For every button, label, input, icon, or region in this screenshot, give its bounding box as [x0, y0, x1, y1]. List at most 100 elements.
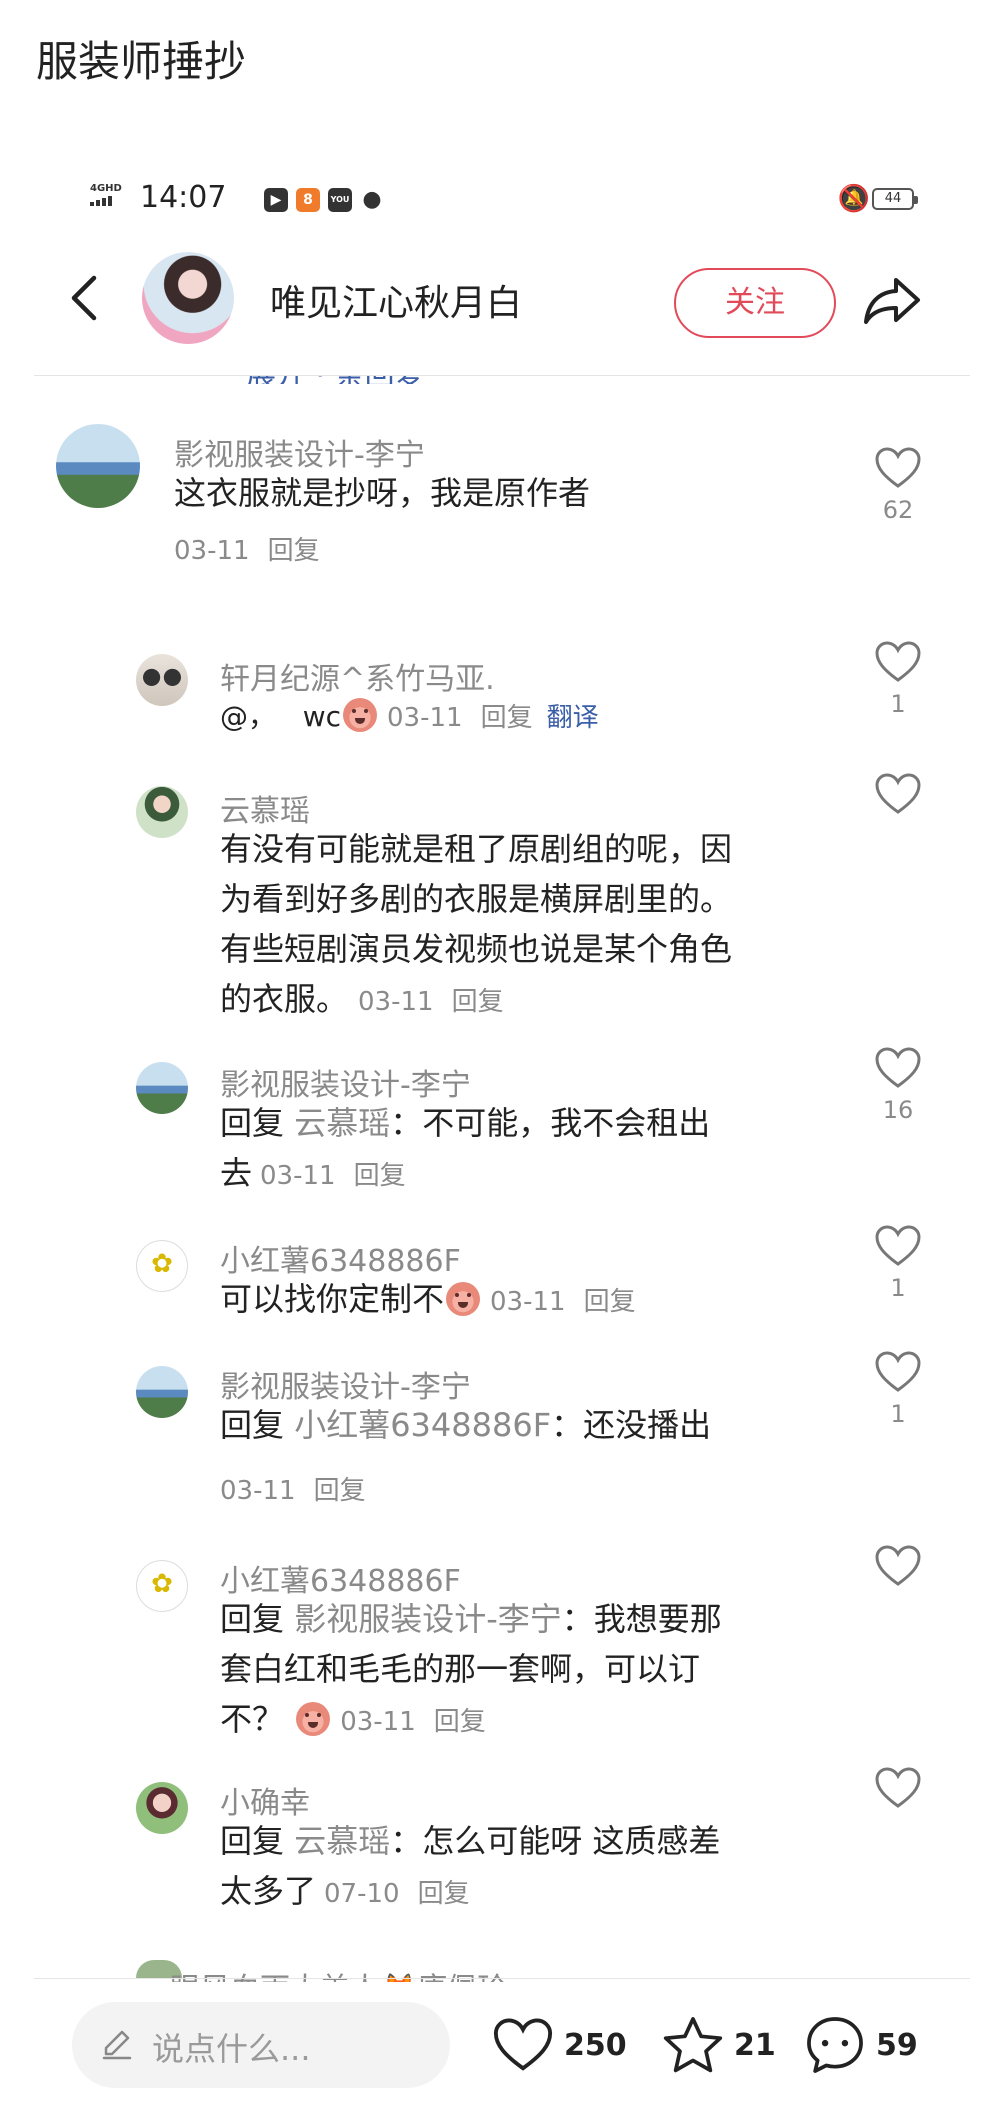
mention[interactable]: 云慕瑶: [294, 1104, 390, 1142]
like-count: 1: [890, 1274, 906, 1302]
avatar[interactable]: ✿: [136, 1560, 188, 1612]
comment-line: 去: [220, 1154, 253, 1192]
collect-button[interactable]: 21: [662, 2012, 776, 2078]
scared-emoji-icon: [343, 698, 378, 732]
comment-line: 的衣服。: [220, 980, 349, 1018]
comment-text: 可以找你定制不 03-11 回复: [220, 1274, 636, 1327]
avatar[interactable]: [136, 786, 188, 838]
reply-link[interactable]: 回复: [354, 1161, 406, 1191]
play-icon: ▶: [264, 188, 288, 212]
comment-date: 07-10: [324, 1879, 400, 1909]
like-button[interactable]: [868, 1766, 928, 1810]
heart-icon: [875, 1225, 921, 1266]
reply-link[interactable]: 回复: [481, 703, 533, 733]
comment-input[interactable]: 说点什么...: [72, 2002, 450, 2088]
like-button[interactable]: [868, 1544, 928, 1588]
comment-suffix: wc: [302, 700, 342, 733]
comment-date: 03-11: [174, 536, 250, 566]
comment-line: ：不可能，我不会租出: [390, 1104, 711, 1142]
shy-emoji-icon: [296, 1702, 331, 1736]
avatar[interactable]: [136, 1062, 188, 1114]
comment-text: @， wc 03-11 回复 翻译: [220, 692, 599, 743]
heart-icon: [875, 447, 921, 488]
heart-icon: [493, 2018, 553, 2071]
shy-emoji-icon: [446, 1282, 481, 1316]
heart-icon: [875, 1545, 921, 1586]
like-button[interactable]: [868, 772, 928, 816]
bottom-divider: [34, 1978, 970, 1979]
follow-button[interactable]: 关注: [674, 268, 836, 338]
pencil-icon: [102, 2030, 132, 2060]
comment-line: ：我想要那: [561, 1600, 722, 1638]
bottom-bar: 说点什么... 250 21 59: [34, 1984, 970, 2110]
share-button[interactable]: [862, 274, 922, 328]
like-count: 1: [890, 690, 906, 718]
avatar[interactable]: [136, 1782, 188, 1834]
comment-line: ：还没播出: [551, 1406, 712, 1444]
avatar[interactable]: [136, 1366, 188, 1418]
chevron-left-icon: [71, 275, 97, 321]
author-name[interactable]: 唯见江心秋月白: [270, 274, 522, 326]
avatar[interactable]: [136, 654, 188, 706]
reply-link[interactable]: 回复: [314, 1476, 366, 1506]
post-header: 唯见江心秋月白 关注: [34, 248, 970, 348]
signal-icon: 4GHD: [90, 184, 122, 206]
app-orange-icon: 8: [296, 188, 320, 212]
author-avatar[interactable]: [142, 252, 234, 344]
comment-date: 03-11: [490, 1287, 566, 1317]
like-count: 62: [882, 496, 914, 524]
reply-word: 回复: [220, 1600, 285, 1638]
comment-bubble-icon: [807, 2017, 863, 2073]
reply-link[interactable]: 回复: [268, 536, 320, 566]
comment-button[interactable]: 59: [804, 2012, 918, 2078]
youku-icon: YOU: [328, 188, 352, 212]
comment-line: 不？: [220, 1700, 285, 1738]
reply-link[interactable]: 回复: [452, 987, 504, 1017]
like-button[interactable]: 62: [868, 446, 928, 524]
comment-meta: 03-11 回复: [174, 530, 320, 567]
back-button[interactable]: [64, 272, 104, 324]
heart-icon: [875, 1047, 921, 1088]
mute-bell-icon: 🔕: [837, 184, 870, 214]
comment-text: 回复 影视服装设计-李宁：我想要那 套白红和毛毛的那一套啊，可以订 不？ 03-…: [220, 1594, 722, 1747]
expand-replies-clipped: 展开 · 条回复: [246, 358, 425, 384]
avatar[interactable]: ✿: [136, 1240, 188, 1292]
comment-line: 套白红和毛毛的那一套啊，可以订: [220, 1650, 701, 1688]
like-post-button[interactable]: 250: [492, 2012, 627, 2078]
phone-screenshot: 4GHD 14:07 ▶ 8 YOU ● 🔕 44 唯见江心秋月白 关注 展开 …: [34, 140, 970, 2110]
comment-date: 03-11: [340, 1707, 416, 1737]
reply-link[interactable]: 回复: [584, 1287, 636, 1317]
network-type: 4GHD: [90, 183, 122, 194]
comment-date: 03-11: [260, 1161, 336, 1191]
like-button[interactable]: 1: [868, 640, 928, 718]
avatar[interactable]: [56, 424, 140, 508]
like-count: 16: [882, 1096, 914, 1124]
reply-word: 回复: [220, 1822, 285, 1860]
translate-link[interactable]: 翻译: [547, 703, 599, 733]
reply-link[interactable]: 回复: [418, 1879, 470, 1909]
comment-line: 可以找你定制不: [220, 1280, 445, 1318]
comment-text: 有没有可能就是租了原剧组的呢，因 为看到好多剧的衣服是横屏剧里的。 有些短剧演员…: [220, 824, 732, 1027]
battery-level: 44: [884, 191, 902, 206]
mention[interactable]: 影视服装设计-李宁: [294, 1600, 562, 1638]
comment-line: ：怎么可能呀 这质感差: [390, 1822, 721, 1860]
like-button[interactable]: 1: [868, 1224, 928, 1302]
like-count: 1: [890, 1400, 906, 1428]
comment-line: 太多了: [220, 1872, 317, 1910]
reply-link[interactable]: 回复: [434, 1707, 486, 1737]
comment-text: 回复 云慕瑶：不可能，我不会租出 去 03-11 回复: [220, 1098, 710, 1201]
header-divider: [34, 375, 970, 376]
comment-meta: 03-11 回复: [220, 1470, 366, 1507]
comment-author[interactable]: 眼风血雨大美人🦊康佩玲: [170, 1972, 507, 1982]
heart-icon: [875, 1351, 921, 1392]
comment-text: 回复 云慕瑶：怎么可能呀 这质感差 太多了 07-10 回复: [220, 1816, 720, 1919]
like-button[interactable]: 1: [868, 1350, 928, 1428]
star-count: 21: [734, 2027, 776, 2063]
comment-date: 03-11: [220, 1476, 296, 1506]
like-button[interactable]: 16: [868, 1046, 928, 1124]
mention[interactable]: 小红薯6348886F: [294, 1406, 551, 1444]
status-time: 14:07: [140, 180, 227, 215]
reply-word: 回复: [220, 1104, 285, 1142]
heart-icon: [875, 1767, 921, 1808]
mention[interactable]: 云慕瑶: [294, 1822, 390, 1860]
